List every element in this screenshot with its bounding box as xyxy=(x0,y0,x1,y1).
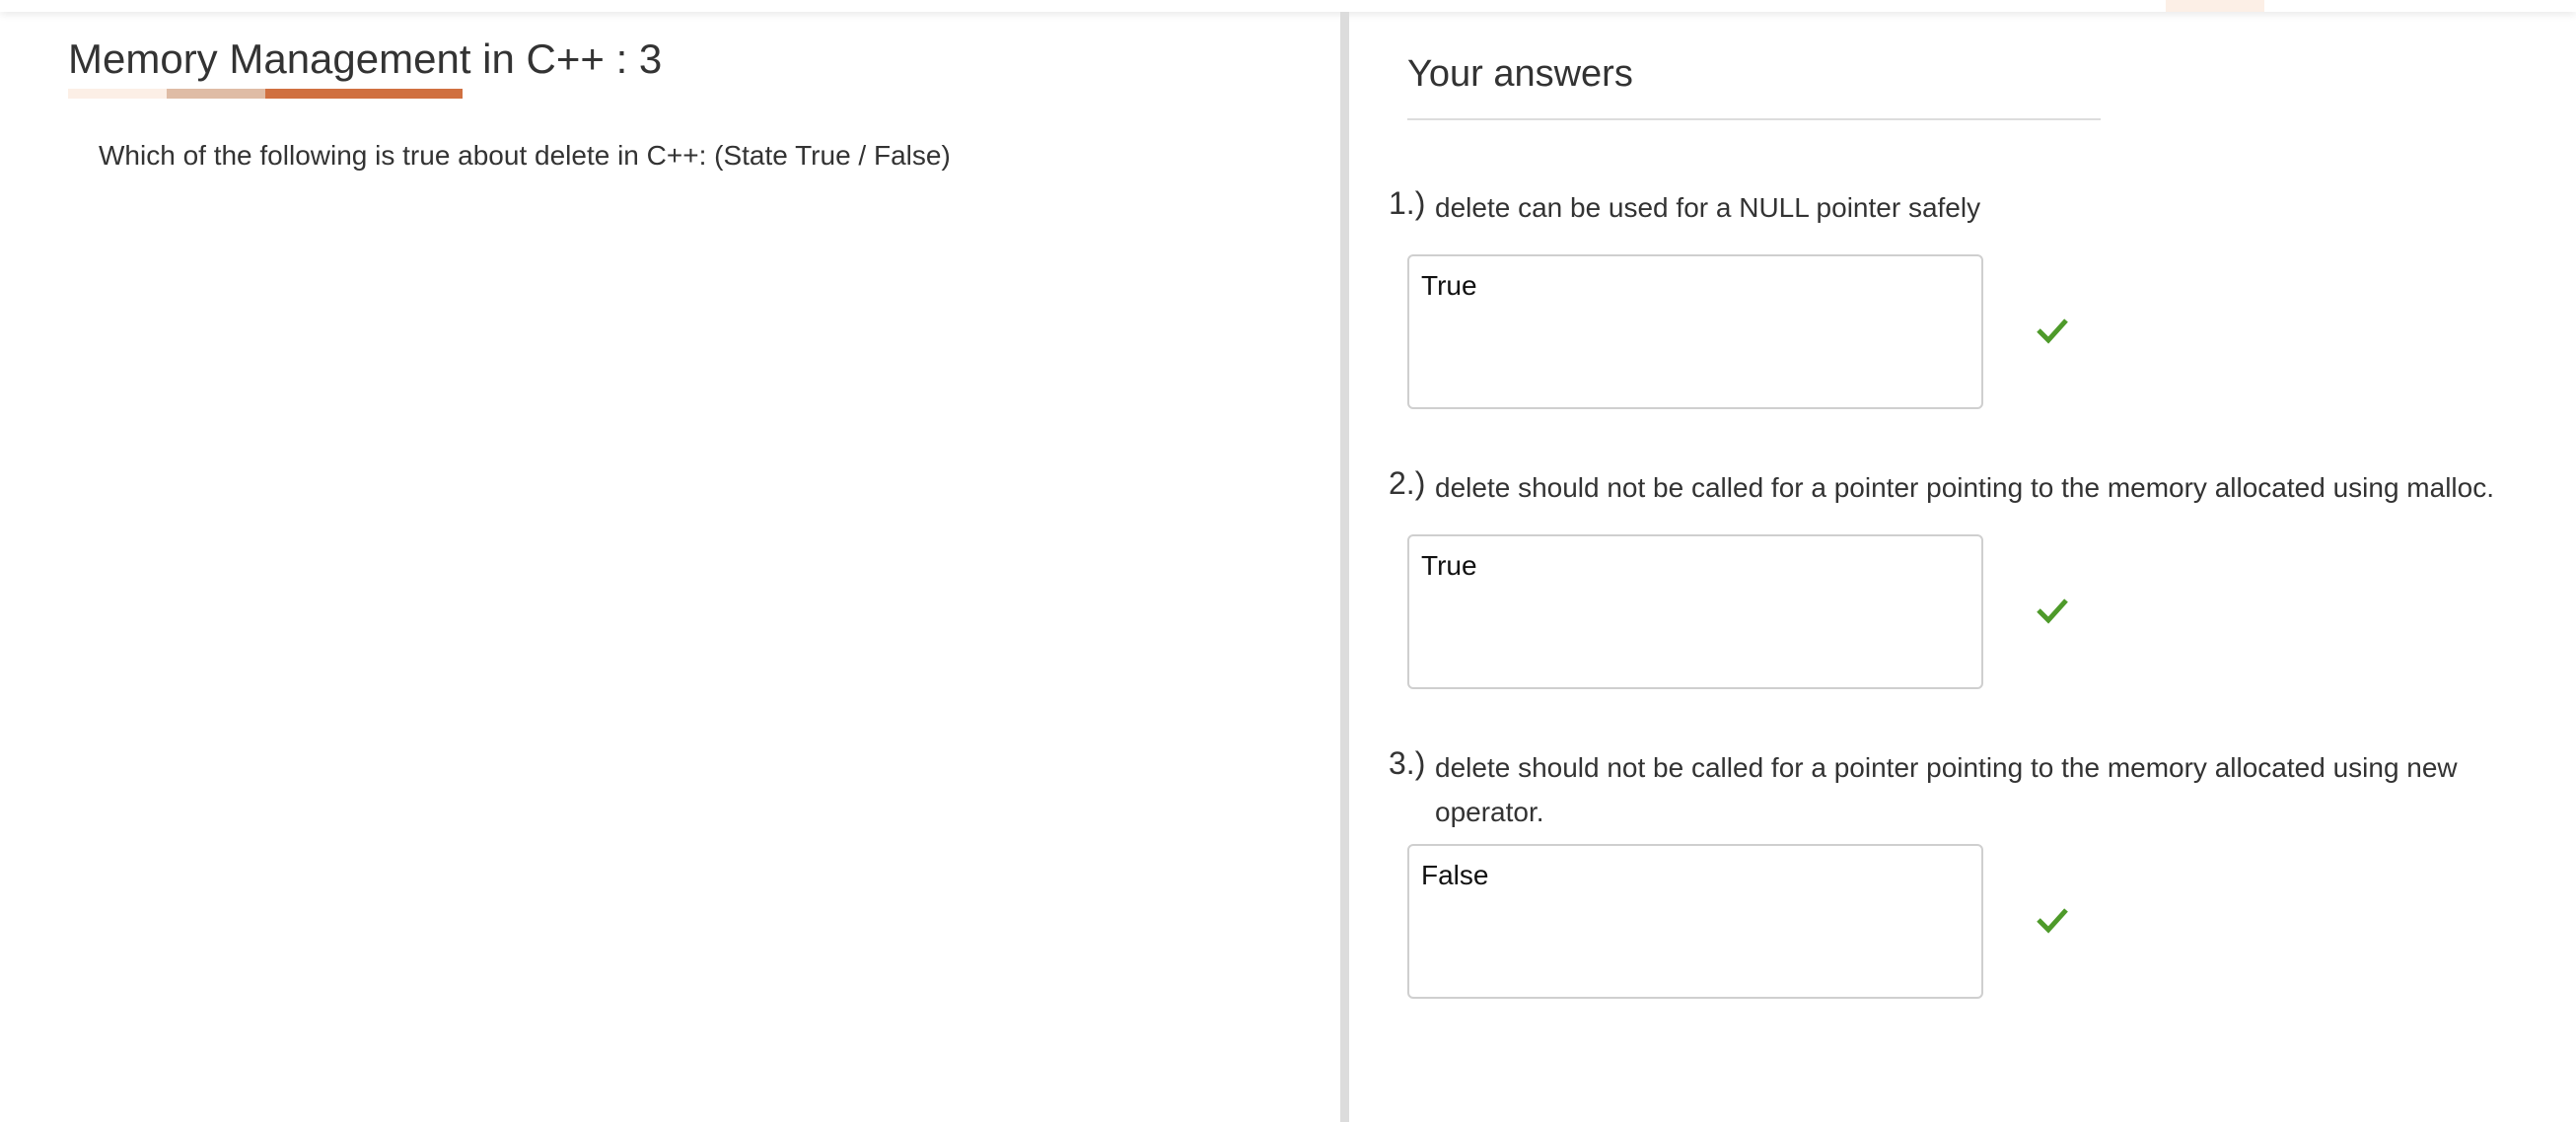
question-number: 2.) xyxy=(1389,465,1426,501)
check-icon xyxy=(2037,908,2068,934)
answer-field-1[interactable]: True xyxy=(1407,254,1983,409)
question-number: 1.) xyxy=(1389,185,1426,221)
answer-question-1: 1.) delete can be used for a NULL pointe… xyxy=(1389,185,2562,230)
panel-divider[interactable] xyxy=(1340,12,1349,1122)
answer-field-3[interactable]: False xyxy=(1407,844,1983,999)
question-number: 3.) xyxy=(1389,745,1426,781)
title-underline-light xyxy=(68,89,167,99)
title-underline-accent xyxy=(265,89,463,99)
page-title: Memory Management in C++ : 3 xyxy=(68,35,663,82)
answer-question-3: 3.) delete should not be called for a po… xyxy=(1389,745,2562,834)
question-label: delete can be used for a NULL pointer sa… xyxy=(1435,192,1981,223)
top-tab[interactable] xyxy=(2166,0,2264,12)
check-icon xyxy=(2037,318,2068,344)
answer-field-2[interactable]: True xyxy=(1407,534,1983,689)
answers-divider xyxy=(1407,118,2101,120)
title-underline-mid xyxy=(167,89,265,99)
check-icon xyxy=(2037,598,2068,624)
answer-question-2: 2.) delete should not be called for a po… xyxy=(1389,465,2562,510)
question-label: delete should not be called for a pointe… xyxy=(1435,752,2458,827)
question-text: Which of the following is true about del… xyxy=(99,140,951,171)
answers-title: Your answers xyxy=(1407,53,1633,95)
question-label: delete should not be called for a pointe… xyxy=(1435,472,2494,503)
